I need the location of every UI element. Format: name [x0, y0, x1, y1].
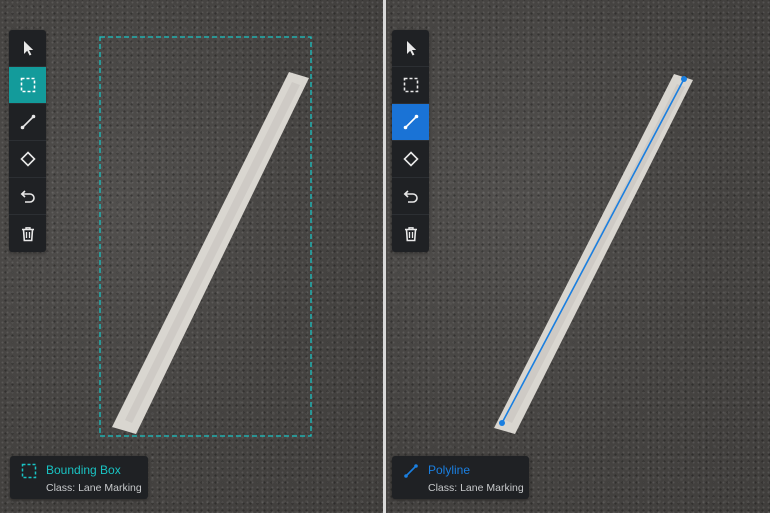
polygon-icon — [402, 151, 419, 167]
annotation-label-card: Bounding Box Class: Lane Marking — [10, 456, 148, 499]
left-annotation-panel[interactable]: Bounding Box Class: Lane Marking — [0, 0, 383, 513]
line-tool-button[interactable] — [392, 104, 429, 141]
left-canvas[interactable] — [0, 0, 383, 513]
lane-marking-wear — [125, 82, 300, 423]
annotation-type-title: Bounding Box — [46, 463, 121, 477]
bounding-box-tool-button[interactable] — [9, 67, 46, 104]
polygon-tool-button[interactable] — [392, 141, 429, 178]
bounding-box-tool-button[interactable] — [392, 67, 429, 104]
bounding-box-icon — [403, 77, 418, 93]
polyline-end-vertex[interactable] — [499, 420, 505, 426]
line-icon — [20, 114, 35, 130]
polyline-icon — [404, 464, 418, 478]
trash-icon — [21, 226, 34, 241]
select-tool-button[interactable] — [9, 30, 46, 67]
polygon-tool-button[interactable] — [9, 141, 46, 178]
right-annotation-panel[interactable]: Polyline Class: Lane Marking — [386, 0, 770, 513]
trash-icon — [404, 226, 417, 241]
annotation-class-text: Class: Lane Marking — [428, 482, 524, 494]
polyline-annotation[interactable] — [501, 78, 685, 424]
select-cursor-icon — [406, 41, 416, 56]
annotation-label-card: Polyline Class: Lane Marking — [392, 456, 529, 499]
select-cursor-icon — [23, 41, 33, 56]
lane-marking-wear — [505, 84, 685, 423]
annotation-class-text: Class: Lane Marking — [46, 482, 142, 494]
line-icon — [403, 114, 418, 130]
annotation-toolbar — [392, 30, 429, 252]
undo-tool-button[interactable] — [392, 178, 429, 215]
bounding-box-icon — [20, 77, 35, 93]
delete-tool-button[interactable] — [9, 215, 46, 252]
annotation-toolbar — [9, 30, 46, 252]
right-canvas[interactable] — [386, 0, 770, 513]
undo-icon — [403, 190, 418, 203]
annotation-type-title: Polyline — [428, 463, 471, 477]
polygon-icon — [19, 151, 36, 167]
polyline-start-vertex[interactable] — [681, 76, 687, 82]
select-tool-button[interactable] — [392, 30, 429, 67]
undo-icon — [20, 190, 35, 203]
bounding-box-icon — [21, 463, 37, 479]
undo-tool-button[interactable] — [9, 178, 46, 215]
delete-tool-button[interactable] — [392, 215, 429, 252]
line-tool-button[interactable] — [9, 104, 46, 141]
